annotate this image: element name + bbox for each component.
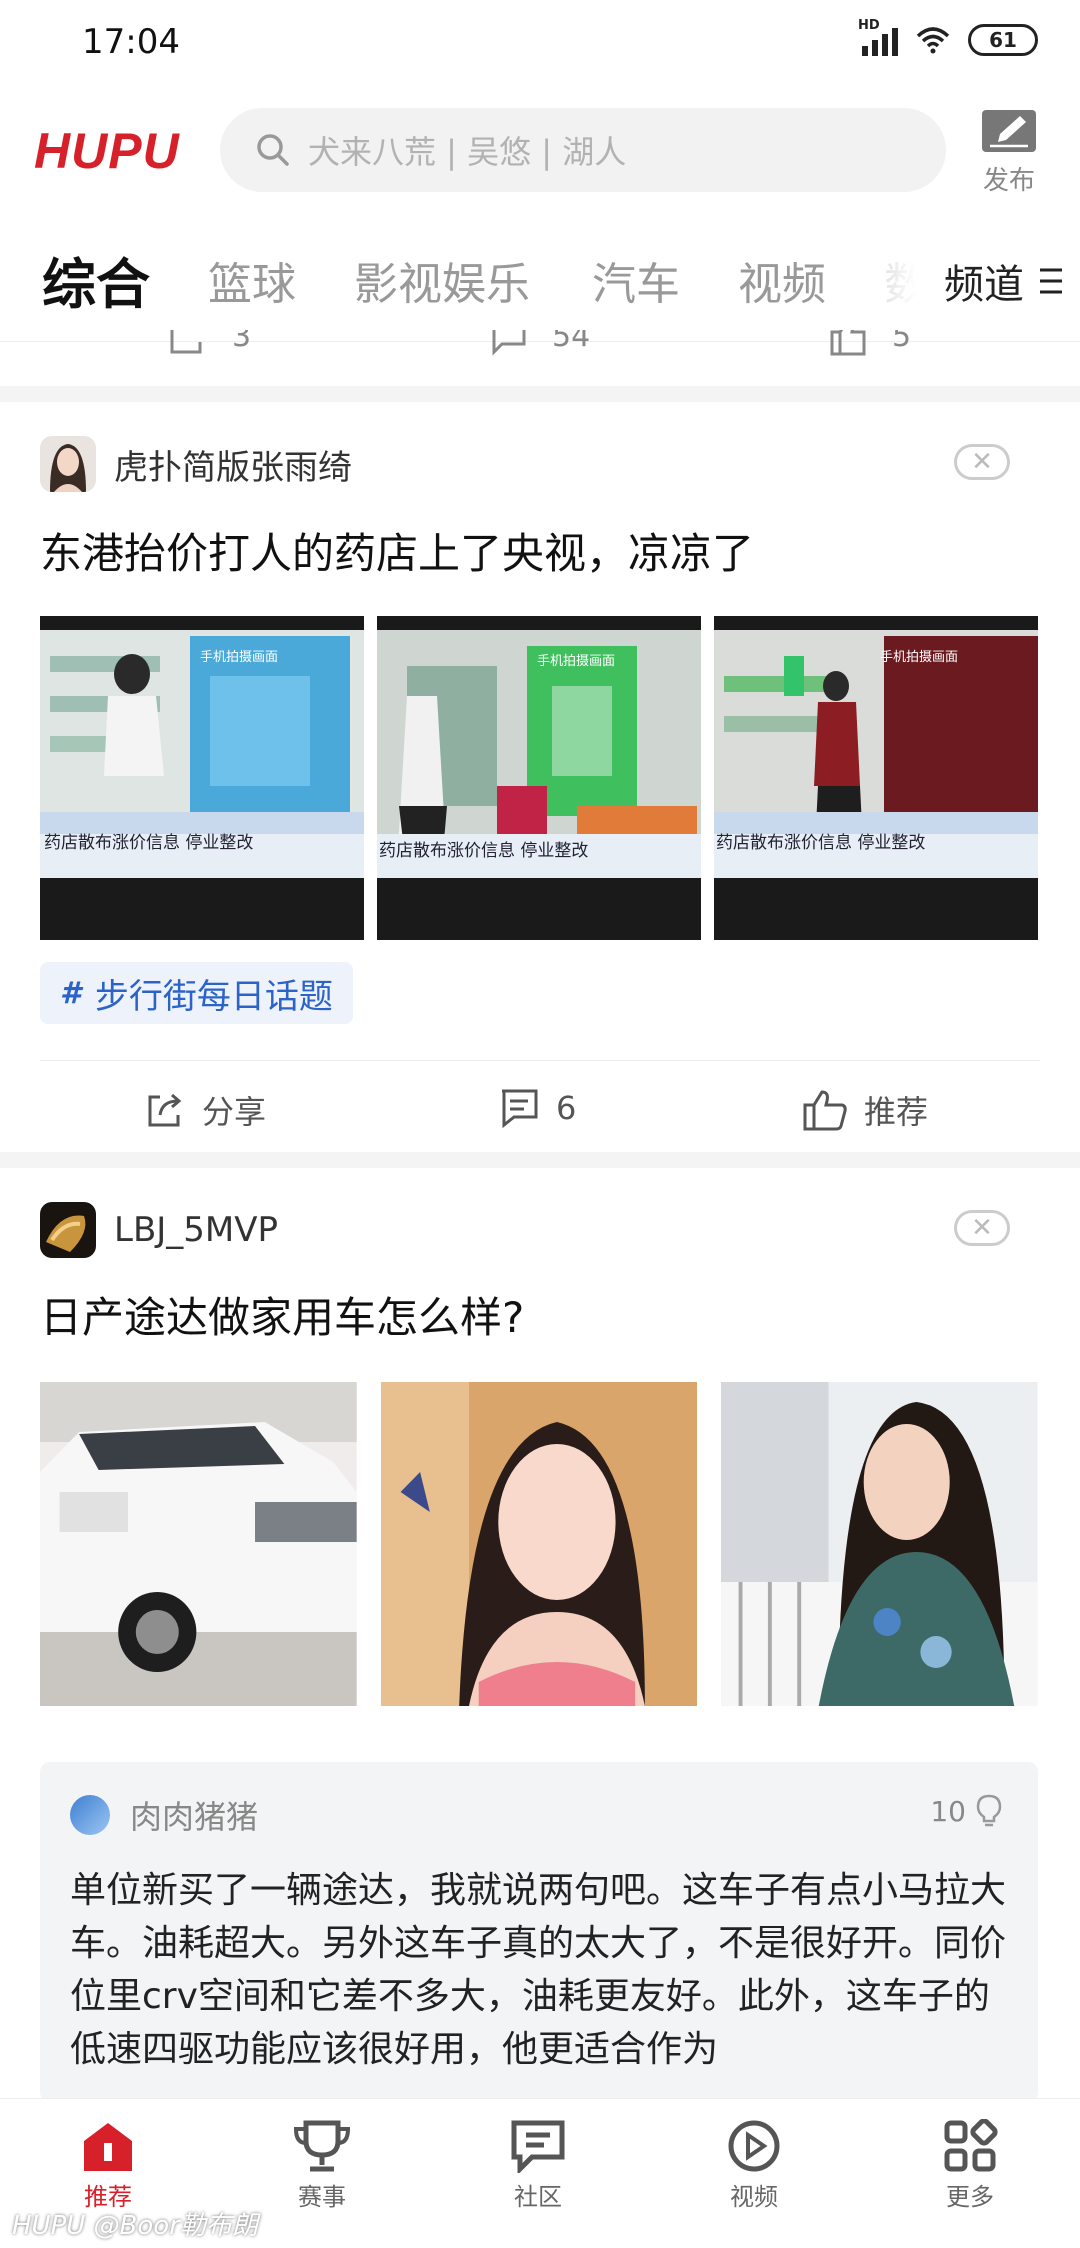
post-image[interactable]: 药店散布涨价信息 停业整改 手机拍摄画面	[377, 616, 701, 940]
search-bar[interactable]: 犬来八荒 | 吴悠 | 湖人	[220, 108, 946, 192]
image-caption: 药店散布涨价信息 停业整改	[379, 841, 589, 861]
comment-like-button[interactable]: 10	[930, 1794, 1002, 1828]
trophy-icon	[293, 2120, 351, 2172]
comment-author[interactable]: 肉肉猪猪	[70, 1792, 258, 1838]
section-divider	[0, 1152, 1080, 1168]
nav-matches[interactable]: 赛事	[252, 2119, 392, 2212]
recommend-label: 推荐	[864, 1093, 929, 1131]
avatar[interactable]	[40, 436, 96, 492]
status-time: 17:04	[82, 22, 180, 62]
hashtag-icon: #	[60, 975, 81, 1011]
share-button[interactable]: 分享	[144, 1087, 266, 1133]
image-caption: 药店散布涨价信息 停业整改	[716, 833, 926, 853]
image-tag: 手机拍摄画面	[880, 650, 959, 665]
post-image[interactable]: 药店散布涨价信息 停业整改 手机拍摄画面	[40, 616, 364, 940]
bottom-navigation: 推荐 赛事 社区 视频 更多 HUPU @Boor勒布朗	[0, 2098, 1080, 2248]
comment-text: 单位新买了一辆途达，我就说两句吧。这车子有点小马拉大车。油耗超大。另外这车子真的…	[70, 1870, 1007, 2070]
dismiss-button[interactable]: ✕	[954, 444, 1010, 480]
post-title[interactable]: 日产途达做家用车怎么样?	[40, 1284, 524, 1345]
image-tag: 手机拍摄画面	[200, 650, 279, 665]
nav-label: 赛事	[298, 2183, 346, 2211]
hot-comment[interactable]: 肉肉猪猪 10 单位新买了一辆途达，我就说两句吧。这车子有点小马拉大车。油耗超大…	[40, 1762, 1038, 2102]
post-card[interactable]: 虎扑简版张雨绮 ✕ 东港抬价打人的药店上了央视，凉凉了 药店散布涨价信息 停业整…	[0, 402, 1080, 1152]
watermark: HUPU @Boor勒布朗	[12, 2211, 258, 2241]
publish-label: 发布	[982, 166, 1035, 196]
close-icon: ✕	[971, 1213, 993, 1243]
topic-tag[interactable]: # 步行街每日话题	[40, 962, 353, 1024]
comment-button[interactable]: 6	[498, 1087, 576, 1129]
topic-label: 步行街每日话题	[94, 976, 333, 1017]
prev-recommend-button[interactable]: 5	[828, 330, 911, 356]
post-card[interactable]: LBJ_5MVP ✕ 日产途达做家用车怎么样? 肉肉猪猪 10 单位新买了一辆途…	[0, 1168, 1080, 2102]
post-title[interactable]: 东港抬价打人的药店上了央视，凉凉了	[40, 520, 754, 581]
edit-icon	[982, 110, 1036, 152]
post-images	[40, 1382, 1039, 1706]
tab-entertainment[interactable]: 影视娱乐	[354, 248, 530, 312]
channel-label: 频道	[944, 262, 1024, 308]
tab-cars[interactable]: 汽车	[592, 248, 680, 312]
close-icon: ✕	[971, 447, 993, 477]
nav-label: 更多	[946, 2183, 994, 2211]
wifi-icon	[916, 27, 950, 54]
author-name[interactable]: LBJ_5MVP	[114, 1210, 278, 1250]
recommend-button[interactable]: 推荐	[802, 1087, 928, 1133]
comment-author-name: 肉肉猪猪	[130, 1798, 259, 1836]
avatar	[70, 1795, 110, 1835]
channel-button[interactable]: 频道	[944, 252, 1064, 310]
thumbs-up-icon	[803, 1090, 847, 1131]
menu-icon	[1040, 268, 1062, 294]
comment-icon	[502, 1089, 538, 1129]
play-icon	[728, 2120, 780, 2172]
home-icon	[84, 2123, 132, 2171]
post-actions: 分享 6 推荐	[40, 1060, 1040, 1160]
prev-share-button[interactable]: 3	[168, 330, 251, 356]
image-caption: 药店散布涨价信息 停业整改	[44, 833, 254, 853]
comment-like-count: 10	[930, 1794, 966, 1828]
comment-count: 6	[556, 1089, 577, 1127]
dismiss-button[interactable]: ✕	[954, 1210, 1010, 1246]
network-type: HD	[858, 18, 880, 33]
prev-comment-button[interactable]: 54	[488, 330, 590, 356]
author-name[interactable]: 虎扑简版张雨绮	[114, 440, 352, 489]
share-label: 分享	[202, 1093, 267, 1131]
hupu-logo[interactable]: HUPU	[34, 122, 180, 180]
nav-more[interactable]: 更多	[900, 2119, 1040, 2212]
post-author[interactable]: LBJ_5MVP	[40, 1202, 278, 1258]
image-tag: 手机拍摄画面	[537, 654, 616, 669]
section-divider	[0, 386, 1080, 402]
nav-video[interactable]: 视频	[684, 2119, 824, 2212]
nav-label: 视频	[730, 2183, 778, 2211]
comment-icon	[492, 330, 526, 356]
category-tabs: 综合 篮球 影视娱乐 汽车 视频 数 频道	[0, 218, 1080, 342]
lightbulb-icon	[976, 1794, 1002, 1827]
share-icon	[148, 1093, 182, 1127]
search-icon	[257, 134, 289, 166]
tab-general[interactable]: 综合	[42, 240, 150, 319]
post-images: 药店散布涨价信息 停业整改 手机拍摄画面 药店散布涨价信息 停业整改 手机拍摄画…	[40, 616, 1038, 940]
thumbs-up-icon	[830, 330, 866, 356]
status-bar: 17:04 HD 61	[0, 0, 1080, 90]
grid-icon	[944, 2119, 998, 2172]
battery-icon: 61	[968, 24, 1038, 56]
share-icon	[170, 330, 202, 354]
community-icon	[511, 2120, 565, 2173]
post-image[interactable]: 药店散布涨价信息 停业整改 手机拍摄画面	[714, 616, 1038, 940]
tab-video[interactable]: 视频	[738, 248, 826, 312]
post-image[interactable]	[380, 1382, 698, 1706]
avatar[interactable]	[40, 1202, 96, 1258]
nav-community[interactable]: 社区	[468, 2119, 608, 2212]
search-placeholder: 犬来八荒 | 吴悠 | 湖人	[308, 133, 627, 171]
cell-signal-icon: HD	[858, 18, 898, 56]
nav-label: 社区	[514, 2183, 562, 2211]
post-image[interactable]	[721, 1382, 1039, 1706]
post-image[interactable]	[40, 1382, 357, 1706]
app-header: HUPU 犬来八荒 | 吴悠 | 湖人 发布	[0, 100, 1080, 220]
post-author[interactable]: 虎扑简版张雨绮	[40, 436, 352, 492]
tab-basketball[interactable]: 篮球	[208, 248, 296, 312]
publish-button[interactable]: 发布	[974, 108, 1044, 197]
previous-post-actions: 3 54 5	[0, 330, 1080, 360]
nav-recommend[interactable]: 推荐	[38, 2119, 178, 2212]
